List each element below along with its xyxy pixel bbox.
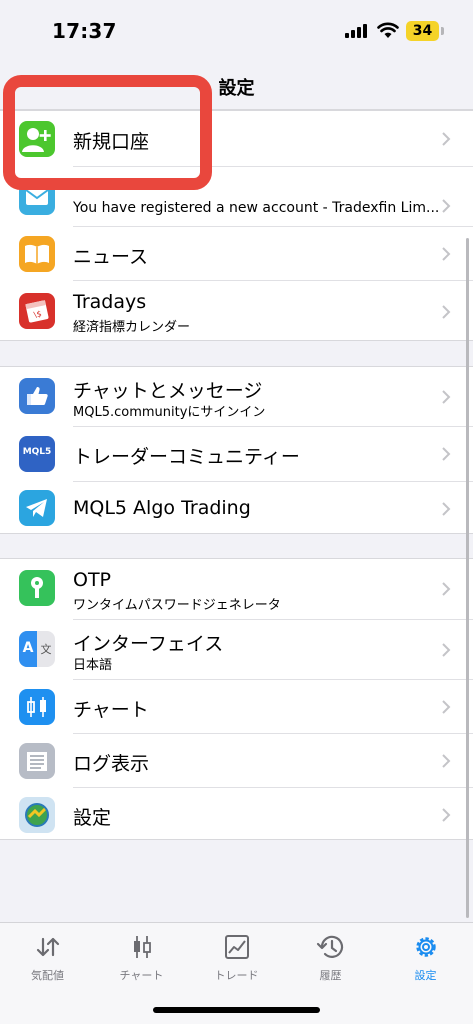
chevron-right-icon	[442, 502, 451, 516]
news-book-icon	[19, 236, 55, 272]
row-chart[interactable]: チャート	[0, 680, 473, 733]
row-subtitle: MQL5.communityにサインイン	[73, 405, 266, 420]
telegram-icon	[19, 490, 55, 526]
chart-candles-icon	[134, 936, 151, 958]
trade-chart-icon	[225, 935, 249, 959]
language-icon-a-text: A	[22, 640, 34, 656]
row-subtitle: You have registered a new account - Trad…	[73, 200, 440, 216]
tab-label: トレード	[214, 969, 259, 982]
log-icon	[19, 743, 55, 779]
scroll-indicator[interactable]	[466, 238, 469, 918]
tab-label: チャート	[119, 969, 164, 982]
cellular-signal-icon	[345, 24, 369, 38]
row-tradays[interactable]: \$ Tradays 経済指標カレンダー	[0, 281, 473, 342]
tab-label: 履歴	[319, 969, 342, 982]
settings-gear-icon	[416, 937, 436, 957]
tab-quotes[interactable]: 気配値	[0, 923, 95, 1003]
row-chat-messages[interactable]: チャットとメッセージ MQL5.communityにサインイン	[0, 367, 473, 426]
row-mql5-algo-trading[interactable]: MQL5 Algo Trading	[0, 482, 473, 535]
chevron-right-icon	[442, 132, 451, 146]
row-title: トレーダーコミュニティー	[73, 446, 300, 468]
chevron-right-icon	[442, 447, 451, 461]
row-subtitle: 経済指標カレンダー	[73, 320, 191, 335]
row-subtitle: 日本語	[73, 658, 113, 673]
chevron-right-icon	[442, 643, 451, 657]
chevron-right-icon	[442, 390, 451, 404]
list-group-community: チャットとメッセージ MQL5.communityにサインイン MQL5 トレー…	[0, 366, 473, 534]
mql5-logo-icon: MQL5	[19, 436, 55, 472]
row-title: ログ表示	[73, 753, 150, 775]
language-icon-b-text: 文	[40, 643, 52, 656]
battery-cap	[441, 27, 444, 35]
row-subtitle: ワンタイムパスワードジェネレータ	[73, 598, 281, 613]
metatrader-icon	[19, 797, 55, 833]
row-title: 設定	[73, 807, 112, 829]
row-log[interactable]: ログ表示	[0, 734, 473, 787]
row-title: Tradays	[73, 291, 147, 313]
mql5-logo-text: MQL5	[22, 447, 52, 457]
tab-chart[interactable]: チャート	[94, 923, 189, 1003]
tab-label: 気配値	[31, 969, 64, 982]
chevron-right-icon	[442, 700, 451, 714]
chevron-right-icon	[442, 247, 451, 261]
status-bar: 17:37 34	[0, 0, 473, 62]
tab-trade[interactable]: トレード	[189, 923, 284, 1003]
chevron-right-icon	[442, 582, 451, 596]
row-settings[interactable]: 設定	[0, 788, 473, 841]
row-otp[interactable]: OTP ワンタイムパスワードジェネレータ	[0, 559, 473, 619]
chevron-right-icon	[442, 199, 451, 213]
row-title: MQL5 Algo Trading	[73, 497, 251, 519]
otp-key-icon	[19, 570, 55, 606]
tab-settings[interactable]: 設定	[378, 923, 473, 1003]
row-title: チャート	[73, 699, 149, 721]
chevron-right-icon	[442, 305, 451, 319]
row-interface[interactable]: A 文 インターフェイス 日本語	[0, 620, 473, 679]
row-news[interactable]: ニュース	[0, 227, 473, 280]
row-trader-community[interactable]: MQL5 トレーダーコミュニティー	[0, 427, 473, 481]
highlight-rectangle	[3, 75, 212, 190]
status-time: 17:37	[52, 19, 117, 43]
language-icon: A 文	[19, 631, 55, 667]
tab-label: 設定	[414, 969, 437, 982]
battery-indicator: 34	[406, 21, 439, 41]
row-title: ニュース	[73, 246, 149, 268]
chat-thumb-icon	[19, 378, 55, 414]
candlestick-icon	[19, 689, 55, 725]
list-group-settings: OTP ワンタイムパスワードジェネレータ A 文 インターフェイス 日本語 チャ…	[0, 558, 473, 840]
tradays-calendar-icon: \$	[19, 293, 55, 329]
chevron-right-icon	[442, 808, 451, 822]
wifi-icon	[377, 22, 399, 38]
history-clock-icon	[316, 935, 344, 958]
quotes-arrows-icon	[36, 937, 60, 957]
row-title: チャットとメッセージ	[73, 380, 263, 402]
row-title: インターフェイス	[73, 633, 224, 655]
row-title: OTP	[73, 569, 112, 591]
tab-history[interactable]: 履歴	[283, 923, 378, 1003]
chevron-right-icon	[442, 754, 451, 768]
home-indicator	[153, 1007, 320, 1013]
